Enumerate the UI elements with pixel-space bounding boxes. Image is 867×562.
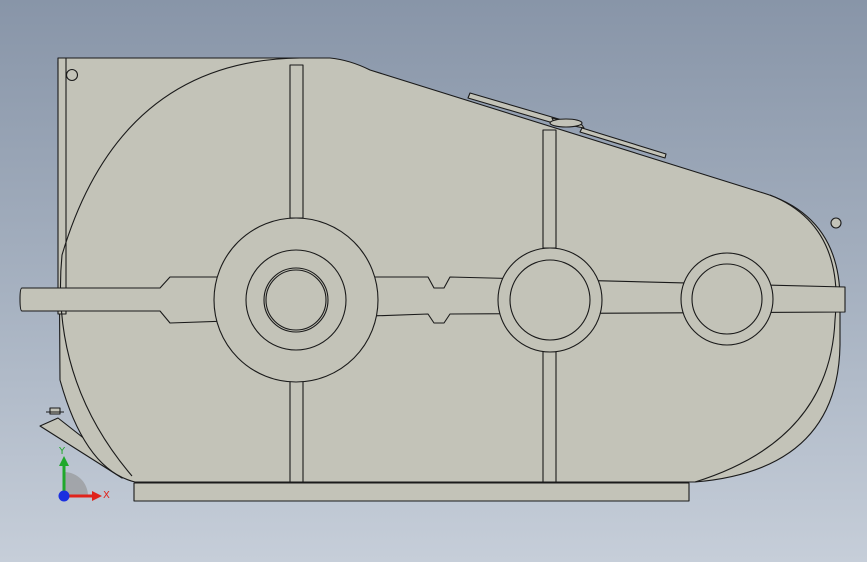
z-axis-icon bbox=[58, 490, 70, 502]
bearing-boss-1 bbox=[213, 217, 379, 383]
x-axis-label: X bbox=[103, 490, 110, 501]
mount-hole-top-left bbox=[65, 68, 79, 82]
bearing-boss-2 bbox=[497, 247, 603, 353]
rib-top-middle bbox=[542, 129, 557, 249]
rib-top-left bbox=[289, 64, 304, 219]
orientation-triad[interactable]: Y X bbox=[40, 438, 115, 508]
gearbox-housing-model[interactable] bbox=[0, 0, 867, 562]
bearing-boss-3 bbox=[680, 252, 774, 346]
y-axis-label: Y bbox=[58, 446, 66, 457]
mount-hole-top-right bbox=[830, 217, 842, 229]
rib-bottom-left bbox=[289, 379, 304, 483]
base-plate bbox=[133, 482, 690, 502]
left-flange bbox=[57, 57, 67, 315]
cad-viewport[interactable]: Y X bbox=[0, 0, 867, 562]
rib-bottom-middle bbox=[542, 337, 557, 483]
